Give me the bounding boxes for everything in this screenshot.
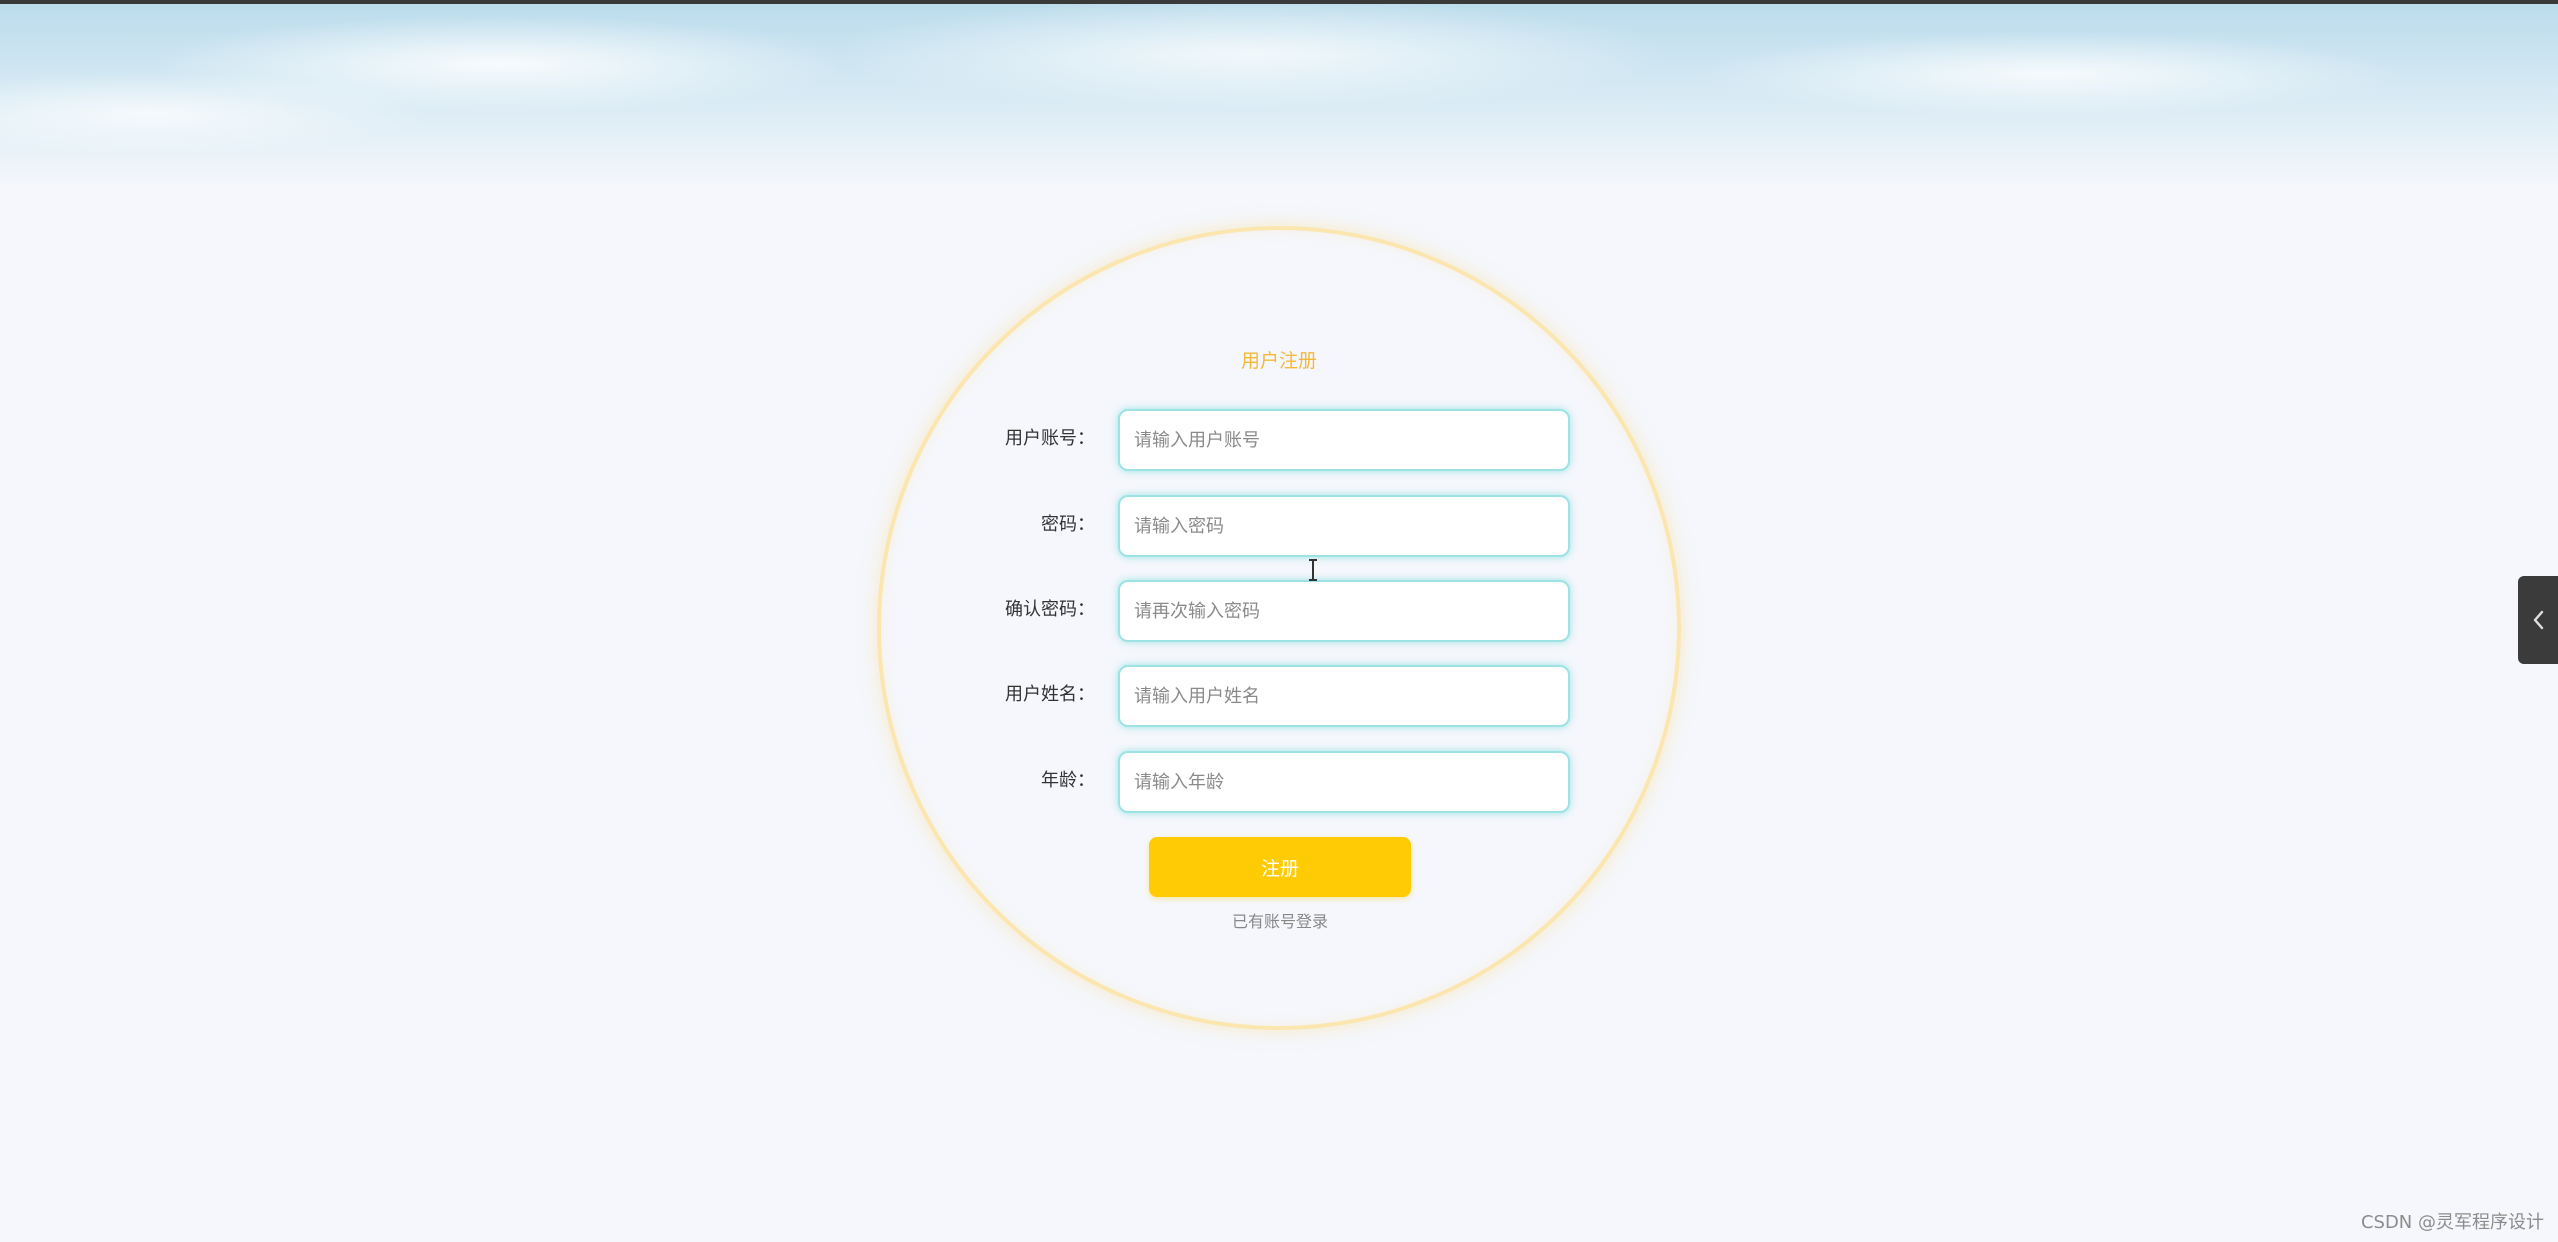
confirm-password-label: 确认密码： [1005, 599, 1095, 620]
password-label: 密码： [1041, 514, 1095, 535]
confirm-password-input[interactable] [1118, 580, 1570, 642]
real-name-input[interactable] [1118, 665, 1570, 727]
form-title: 用户注册 [1240, 350, 1317, 372]
text-cursor-icon [1306, 558, 1320, 582]
sky-banner [0, 4, 2558, 188]
username-label: 用户账号： [1005, 428, 1095, 449]
username-input[interactable] [1118, 409, 1570, 471]
real-name-label: 用户姓名： [1005, 684, 1095, 705]
register-button[interactable]: 注册 [1149, 837, 1411, 897]
watermark: CSDN @灵军程序设计 [2360, 1212, 2544, 1233]
side-panel-toggle[interactable] [2518, 576, 2558, 664]
age-label: 年龄： [1041, 770, 1095, 791]
age-input[interactable] [1118, 751, 1570, 813]
password-input[interactable] [1118, 495, 1570, 557]
chevron-left-icon [2531, 609, 2545, 631]
login-link[interactable]: 已有账号登录 [1180, 908, 1380, 932]
